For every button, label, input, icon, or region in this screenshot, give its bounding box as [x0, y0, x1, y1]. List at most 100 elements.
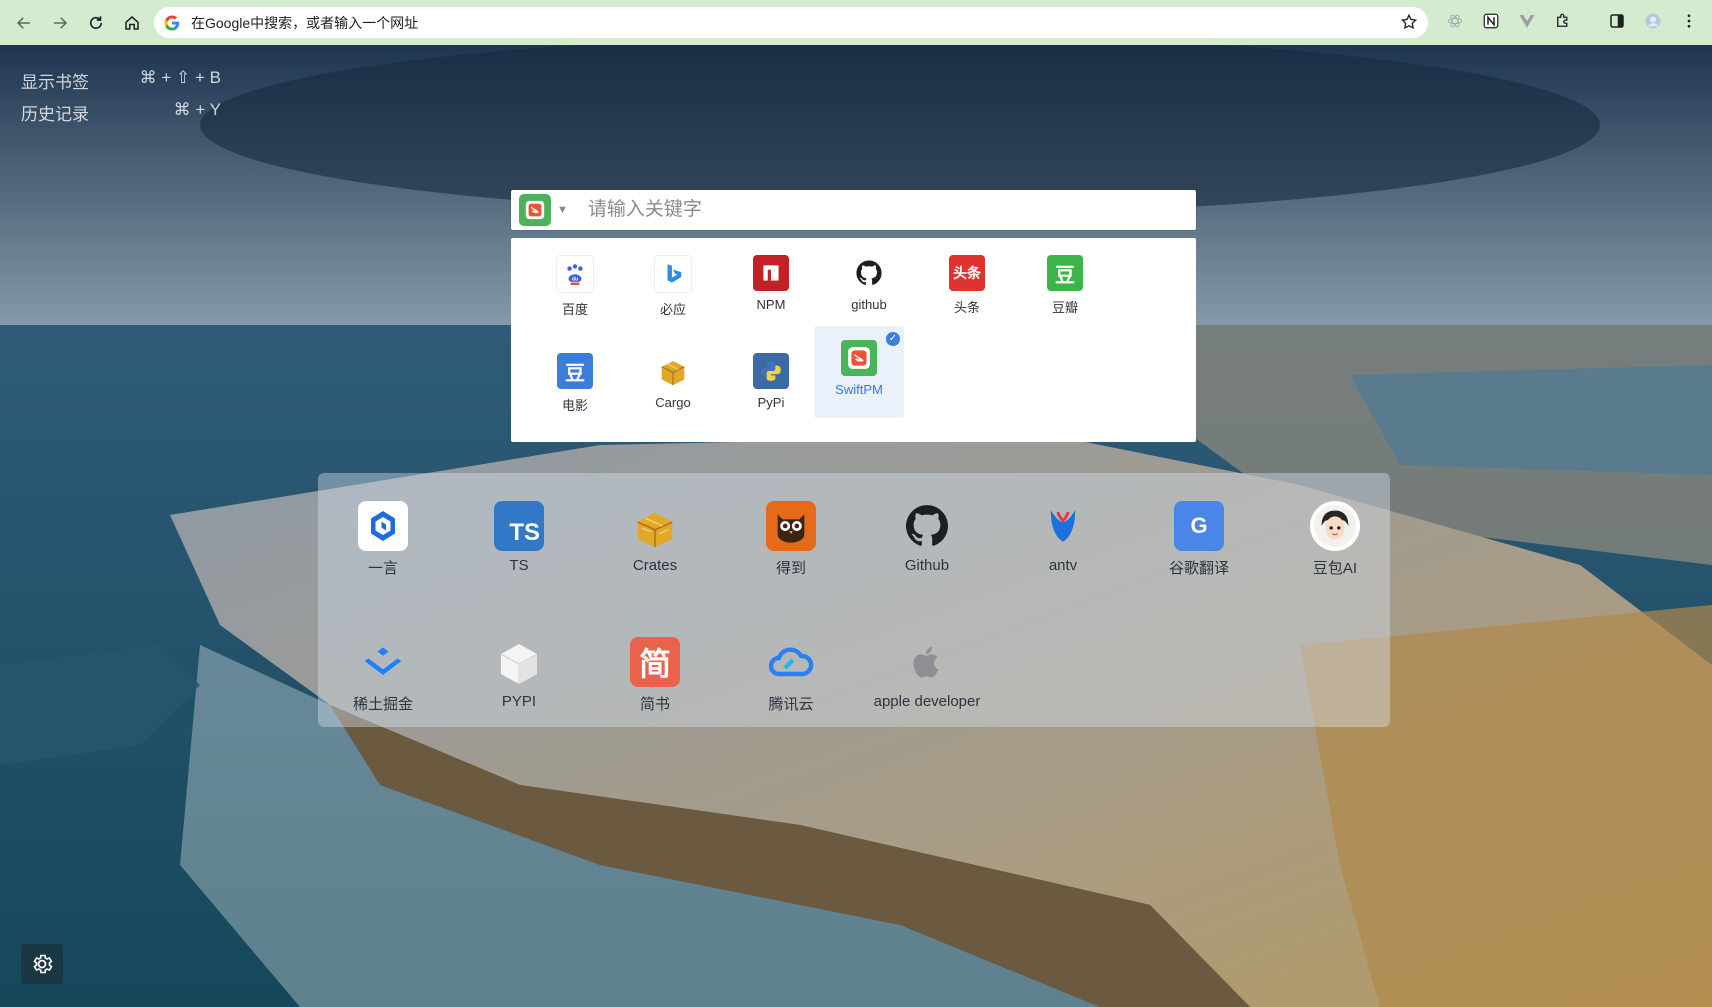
arrow-right-icon [54, 16, 68, 29]
tile-label: TS [509, 557, 529, 574]
tile-label: PYPI [501, 693, 537, 710]
engine-name: 豆瓣 [1051, 300, 1078, 315]
tile-label: 一言 [367, 560, 398, 577]
apple-icon [902, 637, 952, 687]
tile-jianshu[interactable]: 简 简书 [590, 637, 720, 737]
extension-notion-icon[interactable] [1481, 11, 1501, 31]
chevron-down-icon[interactable]: ▼ [557, 204, 568, 216]
swiftpm-icon [841, 340, 877, 376]
gear-icon [33, 954, 53, 974]
juejin-icon [358, 637, 408, 687]
engine-name: 电影 [561, 398, 588, 413]
home-button[interactable] [120, 11, 144, 35]
address-placeholder: 在Google中搜索，或者输入一个网址 [191, 14, 419, 31]
tile-antv[interactable]: antv [998, 501, 1128, 601]
engine-name: PyPi [757, 395, 785, 410]
douban-movie-icon: 豆 [557, 353, 593, 389]
pypi-cube-icon [494, 637, 544, 687]
shortcut-keys: ⌘ + Y [173, 100, 221, 119]
shortcut-tiles-panel: 一言 TS TS Crates 得到 Github antv G 谷歌翻译 豆包… [318, 473, 1390, 727]
extension-vue-icon[interactable] [1517, 11, 1537, 31]
baidu-icon: du [556, 255, 594, 293]
shortcut-label: 历史记录 [21, 105, 89, 124]
engine-name: NPM [756, 297, 786, 312]
home-icon [125, 15, 139, 30]
engine-github[interactable]: github [824, 238, 914, 330]
search-bar: ▼ [511, 190, 1196, 230]
tile-dedao[interactable]: 得到 [726, 501, 856, 601]
tile-label: Crates [632, 557, 678, 574]
reload-button[interactable] [84, 11, 108, 35]
engine-douban[interactable]: 豆 豆瓣 [1020, 238, 1110, 330]
typescript-icon: TS [494, 501, 544, 551]
github-icon [851, 255, 887, 291]
tile-label: 简书 [639, 696, 670, 713]
bing-icon [654, 255, 692, 293]
tile-hitokoto[interactable]: 一言 [318, 501, 448, 601]
settings-button[interactable] [21, 944, 63, 984]
swiftpm-icon [525, 200, 545, 220]
tile-label: apple developer [873, 693, 981, 710]
tile-apple-developer[interactable]: apple developer [862, 637, 992, 737]
extension-react-icon[interactable] [1445, 11, 1465, 31]
tile-typescript[interactable]: TS TS [454, 501, 584, 601]
tile-github[interactable]: Github [862, 501, 992, 601]
address-bar[interactable]: 在Google中搜索，或者输入一个网址 [154, 7, 1428, 38]
tile-pypi[interactable]: PYPI [454, 637, 584, 737]
engine-name: 百度 [561, 302, 588, 317]
back-button[interactable] [12, 11, 36, 35]
reload-icon [89, 15, 103, 29]
forward-button[interactable] [48, 11, 72, 35]
dedao-owl-icon [766, 501, 816, 551]
profile-avatar-icon[interactable] [1643, 11, 1663, 31]
tile-label: 腾讯云 [768, 696, 814, 713]
pypi-icon [753, 353, 789, 389]
engine-swiftpm[interactable]: SwiftPM ✓ [814, 326, 904, 418]
search-input[interactable] [585, 198, 1150, 222]
engine-selector-button[interactable] [519, 194, 551, 226]
engine-npm[interactable]: NPM [726, 238, 816, 330]
engine-name: 必应 [659, 302, 686, 317]
engine-cargo[interactable]: Cargo [628, 336, 718, 428]
tile-label: 谷歌翻译 [1168, 560, 1229, 577]
jianshu-icon: 简 [630, 637, 680, 687]
selected-check-icon: ✓ [886, 332, 900, 346]
tile-crates[interactable]: Crates [590, 501, 720, 601]
search-engine-panel: du 百度 必应 NPM github 头条 头条 豆 豆瓣 豆 电影 Carg… [511, 238, 1196, 442]
shortcut-keys: ⌘ + ⇧ + B [139, 68, 221, 87]
npm-icon [753, 255, 789, 291]
google-translate-icon: G [1174, 501, 1224, 551]
shortcut-history[interactable]: 历史记录 ⌘ + Y [21, 100, 221, 125]
shortcut-bookmarks[interactable]: 显示书签 ⌘ + ⇧ + B [21, 68, 221, 93]
tile-tencent-cloud[interactable]: 腾讯云 [726, 637, 856, 737]
tile-google-translate[interactable]: G 谷歌翻译 [1134, 501, 1264, 601]
engine-pypi[interactable]: PyPi [726, 336, 816, 428]
tile-label: 得到 [775, 560, 806, 577]
shortcut-label: 显示书签 [21, 73, 89, 92]
doubao-avatar-icon [1310, 501, 1360, 551]
engine-baidu[interactable]: du 百度 [530, 238, 620, 330]
side-panel-icon[interactable] [1607, 11, 1627, 31]
engine-name: SwiftPM [835, 382, 883, 397]
engine-name: Cargo [655, 395, 691, 410]
chrome-menu-icon[interactable] [1679, 11, 1699, 31]
tile-doubao[interactable]: 豆包AI [1270, 501, 1400, 601]
bookmark-star-icon[interactable] [1400, 13, 1418, 31]
tile-label: 豆包AI [1312, 560, 1358, 577]
douban-icon: 豆 [1047, 255, 1083, 291]
cargo-icon [655, 353, 691, 389]
engine-toutiao[interactable]: 头条 头条 [922, 238, 1012, 330]
tile-label: Github [904, 557, 950, 574]
google-icon [164, 15, 180, 31]
hitokoto-icon [358, 501, 408, 551]
crates-icon [630, 501, 680, 551]
engine-bing[interactable]: 必应 [628, 238, 718, 330]
tile-label: 稀土掘金 [352, 696, 413, 713]
svg-text:du: du [572, 277, 579, 283]
tile-label: antv [1048, 557, 1078, 574]
extensions-puzzle-icon[interactable] [1553, 11, 1573, 31]
engine-douban-movie[interactable]: 豆 电影 [530, 336, 620, 428]
antv-icon [1038, 501, 1088, 551]
engine-name: github [851, 297, 887, 312]
tile-juejin[interactable]: 稀土掘金 [318, 637, 448, 737]
